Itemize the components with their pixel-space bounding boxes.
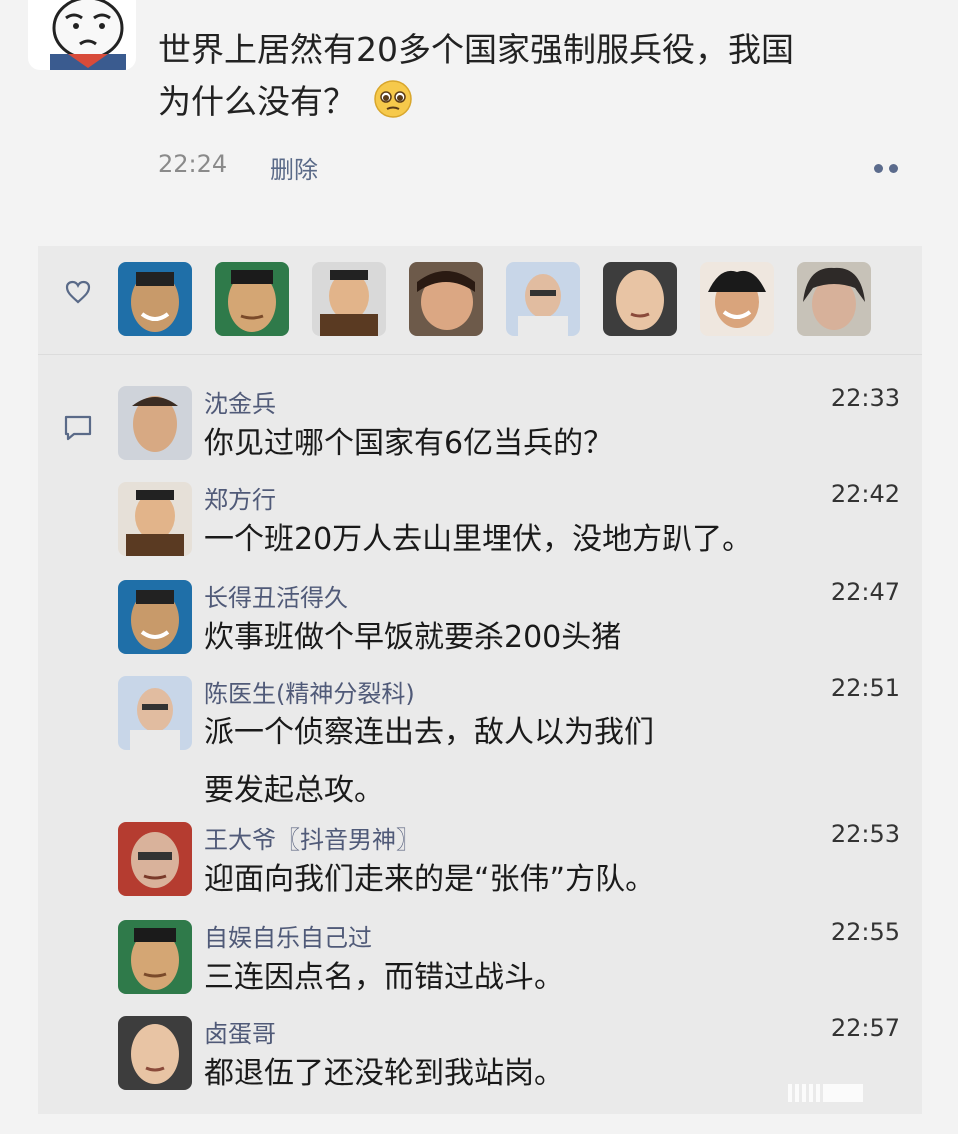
comment-text: 你见过哪个国家有6亿当兵的？: [204, 426, 614, 461]
post-content: 世界上居然有20多个国家强制服兵役，我国为什么没有？: [158, 30, 794, 121]
like-avatar-8[interactable]: [797, 262, 871, 336]
commenter-avatar[interactable]: [118, 482, 192, 556]
commenter-avatar[interactable]: [118, 386, 192, 460]
comment-text: 三连因点名，而错过战斗。: [204, 960, 564, 995]
commenter-name[interactable]: 郑方行: [204, 480, 276, 515]
commenter-name[interactable]: 沈金兵: [204, 384, 276, 419]
post-time: 22:24: [158, 150, 228, 178]
commenter-avatar[interactable]: [118, 1016, 192, 1090]
like-avatar-3[interactable]: [312, 262, 386, 336]
likes-row: [38, 246, 922, 355]
heart-icon: [64, 278, 92, 306]
more-dot-icon: [889, 164, 898, 173]
commenter-avatar[interactable]: [118, 676, 192, 750]
comment-text: 一个班20万人去山里埋伏，没地方趴了。: [204, 522, 753, 557]
watermark: [788, 1084, 908, 1102]
comment-time: 22:42: [830, 480, 900, 508]
comment-time: 22:51: [830, 674, 900, 702]
commenter-avatar[interactable]: [118, 580, 192, 654]
more-options-button[interactable]: [874, 158, 914, 178]
commenter-name[interactable]: 长得丑活得久: [204, 578, 348, 613]
like-avatar-4[interactable]: [409, 262, 483, 336]
commenter-avatar[interactable]: [118, 822, 192, 896]
comment-text: 派一个侦察连出去，敌人以为我们要发起总攻。: [204, 715, 654, 808]
comment-text: 炊事班做个早饭就要杀200头猪: [204, 620, 622, 655]
like-avatar-7[interactable]: [700, 262, 774, 336]
like-avatar-2[interactable]: [215, 262, 289, 336]
interaction-panel: 沈金兵 22:33 你见过哪个国家有6亿当兵的？ 郑方行 22:42 一个班20…: [38, 246, 922, 1114]
commenter-name[interactable]: 卤蛋哥: [204, 1014, 276, 1049]
comment-icon: [62, 412, 94, 444]
comment-text: 都退伍了还没轮到我站岗。: [204, 1056, 564, 1091]
poster-avatar[interactable]: [28, 0, 136, 70]
comment-time: 22:33: [830, 384, 900, 412]
comment-time: 22:53: [830, 820, 900, 848]
pleading-face-icon: [373, 79, 413, 119]
commenter-avatar[interactable]: [118, 920, 192, 994]
post-text: 世界上居然有20多个国家强制服兵役，我国为什么没有？: [158, 24, 798, 128]
like-avatar-6[interactable]: [603, 262, 677, 336]
comment-time: 22:57: [830, 1014, 900, 1042]
like-avatar-5[interactable]: [506, 262, 580, 336]
comment-time: 22:47: [830, 578, 900, 606]
comment-time: 22:55: [830, 918, 900, 946]
poster-avatar-image: [28, 0, 136, 70]
commenter-name[interactable]: 自娱自乐自己过: [204, 918, 372, 953]
commenter-name[interactable]: 王大爷〖抖音男神〗: [204, 820, 420, 855]
delete-button[interactable]: 删除: [270, 150, 318, 185]
like-avatar-1[interactable]: [118, 262, 192, 336]
more-dot-icon: [874, 164, 883, 173]
comment-text: 迎面向我们走来的是“张伟”方队。: [204, 862, 656, 897]
